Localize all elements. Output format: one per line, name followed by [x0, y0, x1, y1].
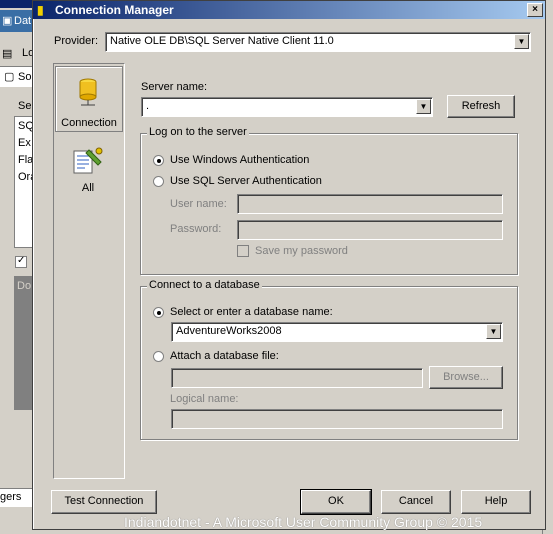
background-checkbox[interactable] — [15, 255, 27, 268]
background-bottom-tab[interactable]: gers — [0, 488, 34, 507]
windows-auth-radio[interactable] — [153, 155, 164, 166]
side-navigation: Connection All — [53, 63, 125, 479]
select-database-label[interactable]: Select or enter a database name: — [170, 306, 333, 318]
logical-name-input[interactable] — [171, 409, 503, 429]
database-cylinder-icon — [79, 78, 97, 106]
background-list-item[interactable]: Fla — [18, 154, 33, 166]
nav-item-all-label: All — [81, 182, 95, 194]
provider-label: Provider: — [54, 35, 99, 47]
refresh-button-label: Refresh — [461, 100, 501, 112]
background-tab-label: Dat — [14, 15, 32, 27]
logon-group-title: Log on to the server — [147, 126, 249, 138]
background-list-item[interactable]: Ex — [18, 137, 31, 149]
chevron-down-icon[interactable]: ▼ — [416, 99, 431, 114]
background-panel-header[interactable]: ▢ So — [0, 66, 34, 87]
server-name-dropdown[interactable]: . ▼ — [141, 97, 433, 117]
watermark-text: Indiandotnet - A Microsoft User Communit… — [124, 514, 483, 530]
username-input[interactable] — [237, 194, 503, 214]
background-toolbar-row[interactable]: ▤ Lo — [0, 44, 34, 62]
ok-button[interactable]: OK — [300, 489, 372, 515]
server-name-label: Server name: — [141, 81, 208, 93]
connection-manager-dialog: ▮ Connection Manager × Provider: Native … — [32, 0, 546, 530]
help-button[interactable]: Help — [461, 490, 531, 514]
background-tab-icon: ▣ — [2, 15, 13, 27]
browse-button[interactable]: Browse... — [429, 366, 503, 389]
database-group: Connect to a database Select or enter a … — [140, 279, 518, 440]
cancel-button-label: Cancel — [398, 495, 434, 507]
sql-auth-label[interactable]: Use SQL Server Authentication — [170, 175, 322, 187]
provider-dropdown[interactable]: Native OLE DB\SQL Server Native Client 1… — [105, 32, 531, 52]
windows-auth-label[interactable]: Use Windows Authentication — [170, 154, 309, 166]
username-label: User name: — [170, 198, 227, 210]
dialog-title: Connection Manager — [55, 3, 174, 17]
database-group-title: Connect to a database — [147, 279, 262, 291]
background-dark-label: Do — [17, 280, 32, 292]
background-dark-panel: Do — [14, 276, 34, 410]
refresh-button[interactable]: Refresh — [447, 95, 515, 118]
logon-group: Log on to the server Use Windows Authent… — [140, 126, 518, 275]
background-panel-icon: ▢ — [4, 71, 15, 83]
browse-button-label: Browse... — [443, 371, 489, 383]
chevron-down-icon[interactable]: ▼ — [486, 324, 501, 339]
cancel-button[interactable]: Cancel — [381, 490, 451, 514]
database-name-dropdown[interactable]: AdventureWorks2008 ▼ — [171, 322, 503, 342]
dialog-title-icon: ▮ — [37, 3, 44, 17]
chevron-down-icon[interactable]: ▼ — [514, 34, 529, 49]
background-titlebar — [0, 0, 34, 8]
select-database-radio[interactable] — [153, 307, 164, 318]
properties-icon — [73, 147, 103, 174]
test-connection-button[interactable]: Test Connection — [51, 490, 157, 514]
nav-item-connection[interactable]: Connection — [55, 66, 123, 132]
dialog-titlebar[interactable]: ▮ Connection Manager × — [33, 1, 545, 19]
sql-auth-radio[interactable] — [153, 176, 164, 187]
server-name-value: . — [146, 100, 150, 112]
attach-file-input[interactable] — [171, 368, 423, 388]
background-bottom-label: gers — [0, 491, 22, 503]
save-password-label: Save my password — [255, 245, 348, 257]
nav-item-all[interactable]: All — [55, 142, 121, 198]
nav-item-connection-label: Connection — [61, 117, 117, 129]
background-tab[interactable]: ▣ Dat — [0, 10, 34, 32]
attach-file-radio[interactable] — [153, 351, 164, 362]
background-toolbar-icon: ▤ — [2, 48, 13, 60]
password-input[interactable] — [237, 220, 503, 240]
save-password-checkbox[interactable] — [237, 245, 249, 257]
test-connection-label: Test Connection — [64, 495, 144, 507]
password-label: Password: — [170, 223, 222, 235]
background-panel-label: So — [18, 71, 32, 83]
attach-file-label[interactable]: Attach a database file: — [170, 350, 279, 362]
background-label-se: Se — [18, 100, 32, 112]
database-name-value: AdventureWorks2008 — [176, 325, 282, 337]
provider-value: Native OLE DB\SQL Server Native Client 1… — [110, 35, 334, 47]
ok-button-label: OK — [328, 495, 344, 507]
help-button-label: Help — [484, 495, 508, 507]
logical-name-label: Logical name: — [170, 393, 239, 405]
close-button[interactable]: × — [527, 3, 543, 17]
